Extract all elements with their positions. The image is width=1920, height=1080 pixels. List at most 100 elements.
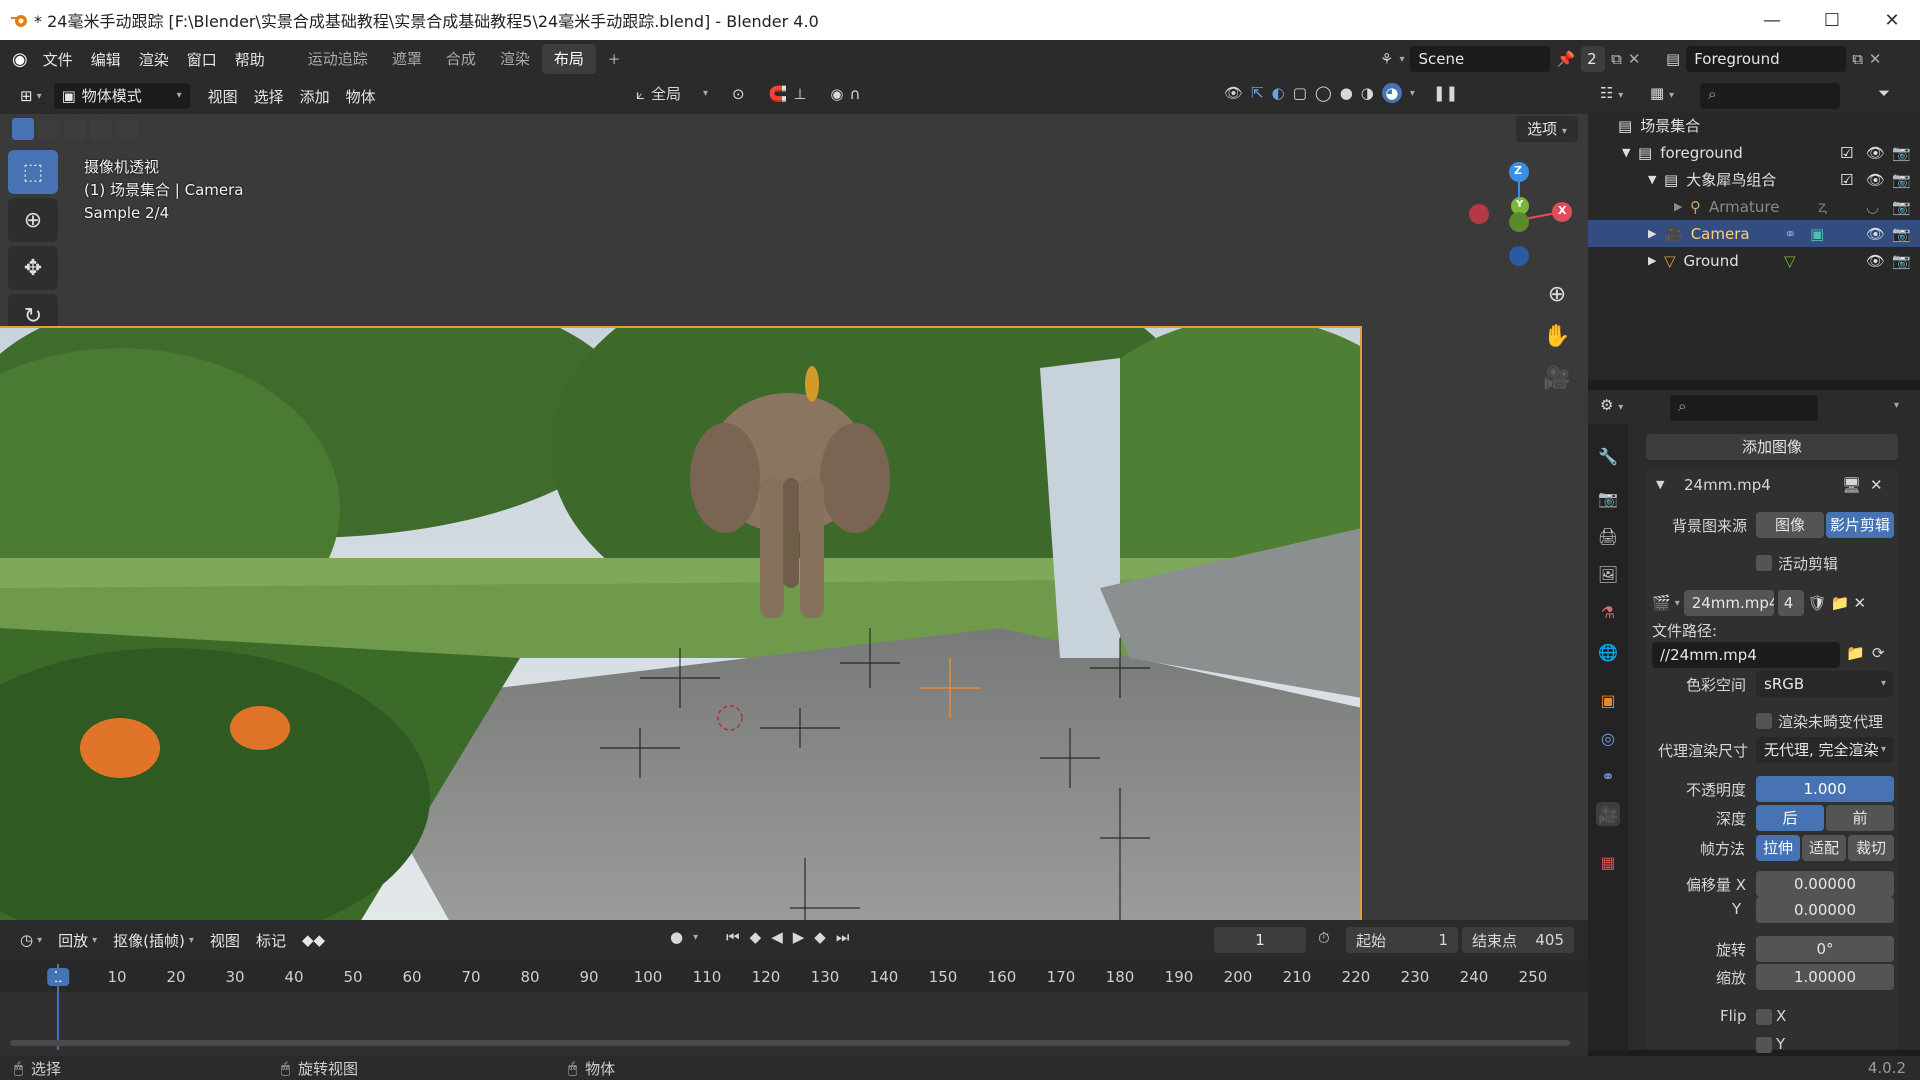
falloff-icon[interactable]: ∩ <box>849 85 860 103</box>
auto-key-record-icon[interactable]: ● <box>670 928 683 946</box>
select-subtract-icon[interactable] <box>64 118 86 140</box>
timeline-area[interactable]: 1102030405060708090100110120130140150160… <box>0 960 1588 1060</box>
rotation-field[interactable]: 0° <box>1756 936 1894 962</box>
render-camera-icon[interactable]: 📷 <box>1892 198 1911 216</box>
fake-user-shield-icon[interactable]: 🛡 <box>1808 594 1827 612</box>
expand-arrow-icon[interactable]: ▶ <box>1648 254 1664 267</box>
open-folder-icon[interactable]: 📁 <box>1831 594 1850 612</box>
cursor-tool-icon[interactable]: ⊕ <box>8 198 58 242</box>
tab-layout[interactable]: 布局 <box>541 44 596 74</box>
bg-source-clip-button[interactable]: 影片剪辑 <box>1826 512 1894 538</box>
outliner-search-input[interactable] <box>1700 83 1840 109</box>
add-workspace-button[interactable]: + <box>596 44 633 74</box>
play-reverse-icon[interactable]: ◀ <box>771 928 783 946</box>
eye-icon[interactable]: 👁 <box>1866 171 1885 189</box>
proxy-size-dropdown[interactable]: 无代理, 完全渲染 ▾ <box>1756 737 1894 763</box>
expand-arrow-icon[interactable]: ▶ <box>1648 227 1664 240</box>
pivot-icon[interactable]: ⊙ <box>732 85 745 103</box>
overlay-toggle-icon[interactable]: ◐ <box>1272 84 1285 102</box>
editor-type-dropdown[interactable]: ⊞ ▾ <box>12 87 50 105</box>
prev-keyframe-icon[interactable]: ◆ <box>750 928 762 946</box>
object-properties-icon[interactable]: ▣ <box>1596 688 1620 712</box>
navigation-gizmo[interactable]: Z X Y <box>1460 158 1580 278</box>
select-box-tool-icon[interactable]: ⬚ <box>8 150 58 194</box>
remove-background-icon[interactable]: ✕ <box>1870 476 1883 494</box>
depth-front-button[interactable]: 前 <box>1826 805 1894 831</box>
add-image-button[interactable]: 添加图像 <box>1646 434 1898 460</box>
pause-render-icon[interactable]: ❚❚ <box>1433 84 1458 102</box>
scene-name-field[interactable]: Scene <box>1410 46 1551 72</box>
opacity-slider[interactable]: 1.000 <box>1756 776 1894 802</box>
options-dropdown[interactable]: 选项 ▾ <box>1516 116 1578 142</box>
snap-icon[interactable]: 🧲 <box>769 85 788 103</box>
menu-view[interactable]: 视图 <box>200 86 246 107</box>
end-frame-field[interactable]: 结束点 405 <box>1462 927 1574 953</box>
current-frame-field[interactable]: 1 <box>1214 927 1306 953</box>
frame-method-stretch-button[interactable]: 拉伸 <box>1756 835 1800 861</box>
gizmo-neg-z[interactable] <box>1509 246 1529 266</box>
tab-compositing[interactable]: 合成 <box>434 44 488 74</box>
filter-icon[interactable]: ⏷ <box>1878 84 1890 102</box>
frame-method-fit-button[interactable]: 适配 <box>1802 835 1846 861</box>
expand-arrow-icon[interactable]: ▶ <box>1674 200 1690 213</box>
xray-icon[interactable]: ▢ <box>1293 84 1307 102</box>
flip-x-checkbox[interactable] <box>1756 1009 1772 1025</box>
expand-arrow-icon[interactable]: ▼ <box>1648 173 1664 186</box>
outliner-row-scene-collection[interactable]: ▤ 场景集合 <box>1588 112 1920 139</box>
frame-method-crop-button[interactable]: 裁切 <box>1848 835 1894 861</box>
select-invert-icon[interactable] <box>90 118 112 140</box>
menu-object[interactable]: 物体 <box>338 86 384 107</box>
eye-icon[interactable]: 👁 <box>1866 225 1885 243</box>
show-in-viewport-icon[interactable]: 🖥 <box>1842 476 1861 494</box>
render-camera-icon[interactable]: 📷 <box>1892 171 1911 189</box>
browse-folder-icon[interactable]: 📁 <box>1846 644 1865 662</box>
solid-shading-icon[interactable]: ● <box>1340 84 1353 102</box>
expand-arrow-icon[interactable]: ▼ <box>1622 146 1638 159</box>
delete-view-layer-icon[interactable]: ✕ <box>1869 50 1882 68</box>
tab-motion-tracking[interactable]: 运动追踪 <box>296 44 380 74</box>
pin-icon[interactable]: 📌 <box>1556 50 1575 68</box>
texture-properties-icon[interactable]: ▦ <box>1596 850 1620 874</box>
start-frame-field[interactable]: 起始 1 <box>1346 927 1458 953</box>
close-button[interactable]: ✕ <box>1862 0 1920 40</box>
snap-target-icon[interactable]: ⊥ <box>793 85 806 103</box>
next-keyframe-icon[interactable]: ◆ <box>814 928 826 946</box>
reload-icon[interactable]: ⟳ <box>1872 644 1885 662</box>
world-properties-icon[interactable]: 🌐 <box>1596 640 1620 664</box>
menu-edit[interactable]: 编辑 <box>82 49 130 70</box>
properties-options-chevron[interactable]: ▾ <box>1894 400 1899 411</box>
eye-icon[interactable]: 👁 <box>1866 144 1885 162</box>
properties-search-input[interactable] <box>1670 395 1818 421</box>
new-view-layer-icon[interactable]: ⧉ <box>1852 50 1863 68</box>
transform-orientation-label[interactable]: 全局 <box>651 83 681 104</box>
checkbox-icon[interactable]: ☑ <box>1840 171 1853 189</box>
scale-field[interactable]: 1.00000 <box>1756 964 1894 990</box>
wireframe-shading-icon[interactable]: ◯ <box>1315 84 1332 102</box>
menu-add[interactable]: 添加 <box>292 86 338 107</box>
timeline-scrollbar[interactable] <box>10 1040 1570 1046</box>
panel-collapse-arrow-icon[interactable]: ▼ <box>1656 478 1664 491</box>
render-camera-icon[interactable]: 📷 <box>1892 144 1911 162</box>
scene-properties-icon[interactable]: ⚗ <box>1596 600 1620 624</box>
playback-menu[interactable]: 回放 ▾ <box>50 930 105 951</box>
gizmo-toggle-icon[interactable]: ⇱ <box>1251 84 1264 102</box>
menu-render[interactable]: 渲染 <box>130 49 178 70</box>
outliner-row-ground[interactable]: ▶ ▽ Ground ▽ 👁 📷 <box>1588 247 1920 274</box>
output-properties-icon[interactable]: 🖨 <box>1596 524 1620 548</box>
timeline-editor-icon[interactable]: ◷ ▾ <box>12 931 50 949</box>
keyframe-nav-icon[interactable]: ◆◆ <box>294 931 333 949</box>
properties-editor-icon[interactable]: ⚙ ▾ <box>1600 396 1623 414</box>
outliner-row-foreground[interactable]: ▼ ▤ foreground ☑ 👁 📷 <box>1588 139 1920 166</box>
eye-icon[interactable]: 👁 <box>1866 252 1885 270</box>
mode-dropdown[interactable]: ▣ 物体模式 ▾ <box>53 83 190 109</box>
tool-properties-icon[interactable]: 🔧 <box>1596 444 1620 468</box>
rendered-shading-icon[interactable]: ◕ <box>1381 83 1402 103</box>
camera-view-icon[interactable]: 🎥 <box>1540 358 1574 400</box>
unlink-clip-icon[interactable]: ✕ <box>1853 594 1866 612</box>
zoom-icon[interactable]: ⊕ <box>1540 274 1574 316</box>
depth-back-button[interactable]: 后 <box>1756 805 1824 831</box>
offset-y-field[interactable]: 0.00000 <box>1756 897 1894 923</box>
timeline-marker-menu[interactable]: 标记 <box>248 930 294 951</box>
render-undistorted-checkbox[interactable] <box>1756 713 1772 729</box>
material-shading-icon[interactable]: ◑ <box>1361 84 1374 102</box>
